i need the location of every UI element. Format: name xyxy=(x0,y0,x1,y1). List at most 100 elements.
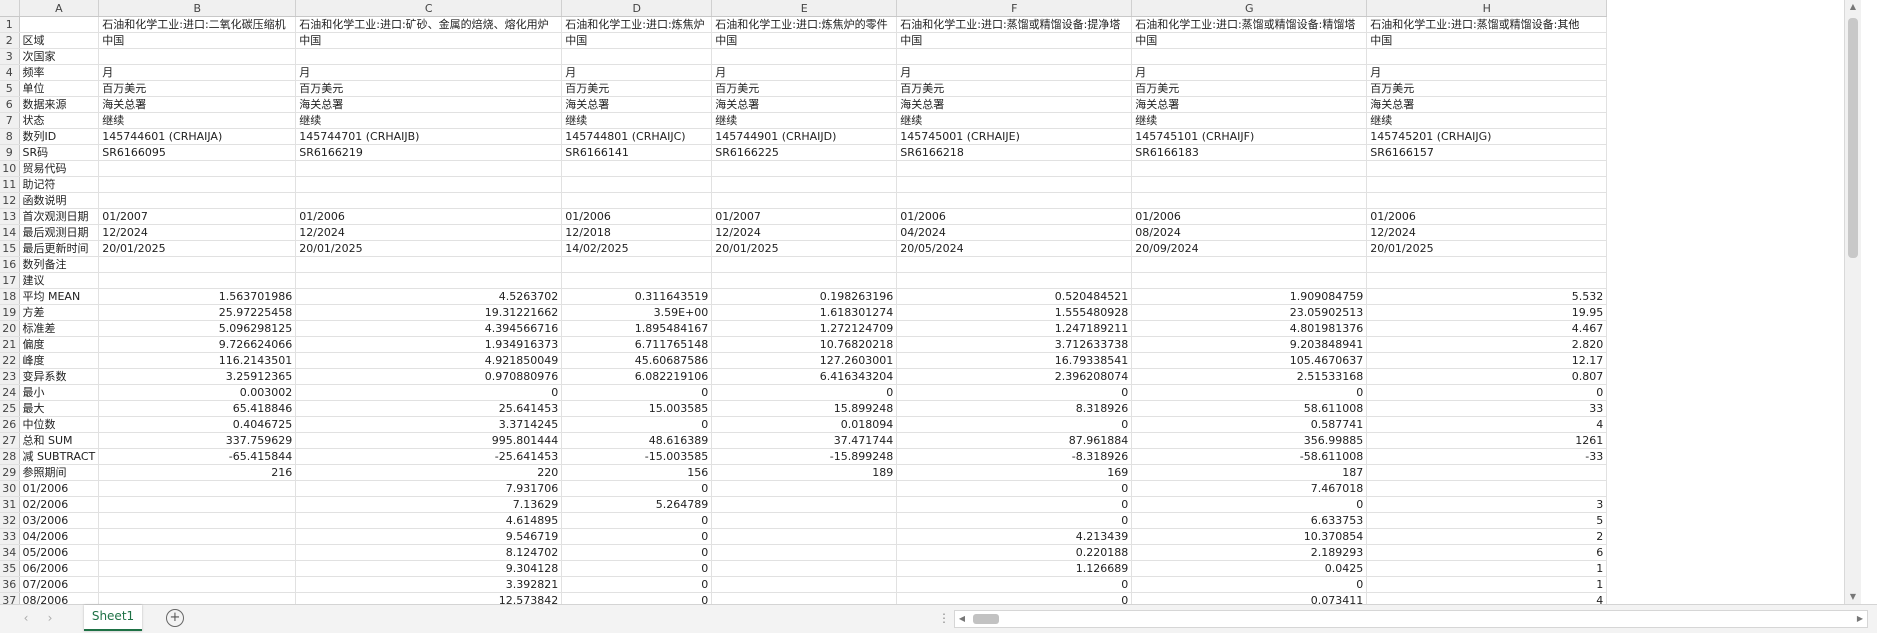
cell[interactable]: 海关总署 xyxy=(98,96,297,113)
cell[interactable]: 中国 xyxy=(295,32,563,49)
cell[interactable]: 函数说明 xyxy=(19,192,100,209)
cell[interactable]: 0 xyxy=(711,384,898,401)
cell[interactable]: 12/2024 xyxy=(295,224,563,241)
cell[interactable]: 0 xyxy=(561,592,713,604)
cell[interactable] xyxy=(1366,192,1608,209)
cell[interactable]: 12.17 xyxy=(1366,352,1608,369)
cell[interactable]: 石油和化学工业:进口:炼焦炉的零件 xyxy=(711,16,898,33)
cell[interactable]: 总和 SUM xyxy=(19,432,100,449)
cell[interactable]: -65.415844 xyxy=(98,448,297,465)
row-header[interactable]: 11 xyxy=(0,176,20,193)
cell[interactable] xyxy=(98,512,297,529)
cell[interactable] xyxy=(1366,464,1608,481)
cell[interactable]: 3.392821 xyxy=(295,576,563,593)
cell[interactable]: 3.25912365 xyxy=(98,368,297,385)
cell[interactable]: 中位数 xyxy=(19,416,100,433)
cell[interactable]: 5.096298125 xyxy=(98,320,297,337)
cell[interactable]: 14/02/2025 xyxy=(561,240,713,257)
cell[interactable]: 6.633753 xyxy=(1131,512,1368,529)
cell[interactable]: 3.59E+00 xyxy=(561,304,713,321)
cell[interactable] xyxy=(711,576,898,593)
cell[interactable] xyxy=(896,256,1133,273)
column-header[interactable]: H xyxy=(1366,0,1608,17)
cell[interactable]: 最后观测日期 xyxy=(19,224,100,241)
row-header[interactable]: 18 xyxy=(0,288,20,305)
cell[interactable]: 0 xyxy=(561,416,713,433)
cell[interactable] xyxy=(98,272,297,289)
cell[interactable]: 0 xyxy=(561,512,713,529)
cell[interactable]: 4.5263702 xyxy=(295,288,563,305)
cell[interactable]: 数据来源 xyxy=(19,96,100,113)
row-header[interactable]: 9 xyxy=(0,144,20,161)
row-header[interactable]: 25 xyxy=(0,400,20,417)
next-sheet-icon[interactable]: › xyxy=(42,610,58,626)
cell[interactable]: 03/2006 xyxy=(19,512,100,529)
cell[interactable]: 海关总署 xyxy=(896,96,1133,113)
cell[interactable]: 7.931706 xyxy=(295,480,563,497)
cell[interactable]: 145745001 (CRHAIJE) xyxy=(896,128,1133,145)
cell[interactable]: 0 xyxy=(896,592,1133,604)
cell[interactable]: 频率 xyxy=(19,64,100,81)
cell[interactable]: 中国 xyxy=(98,32,297,49)
cell[interactable] xyxy=(98,48,297,65)
cell[interactable]: 0 xyxy=(561,576,713,593)
row-header[interactable]: 26 xyxy=(0,416,20,433)
cell[interactable] xyxy=(896,192,1133,209)
cell[interactable]: 平均 MEAN xyxy=(19,288,100,305)
cell[interactable]: 4 xyxy=(1366,416,1608,433)
cell[interactable]: 标准差 xyxy=(19,320,100,337)
cell[interactable]: 15.899248 xyxy=(711,400,898,417)
cell[interactable]: 0 xyxy=(295,384,563,401)
row-header[interactable]: 23 xyxy=(0,368,20,385)
cell[interactable] xyxy=(711,512,898,529)
cell[interactable]: 01/2006 xyxy=(295,208,563,225)
row-header[interactable]: 33 xyxy=(0,528,20,545)
cell[interactable] xyxy=(98,544,297,561)
cell[interactable]: 6 xyxy=(1366,544,1608,561)
cell[interactable]: 7.467018 xyxy=(1131,480,1368,497)
cell[interactable] xyxy=(711,560,898,577)
cell[interactable]: 月 xyxy=(295,64,563,81)
cell[interactable]: 月 xyxy=(561,64,713,81)
cell[interactable]: 0.220188 xyxy=(896,544,1133,561)
row-header[interactable]: 19 xyxy=(0,304,20,321)
cell[interactable]: 9.546719 xyxy=(295,528,563,545)
cell[interactable]: 1.126689 xyxy=(896,560,1133,577)
cell[interactable]: 月 xyxy=(711,64,898,81)
cell[interactable]: 偏度 xyxy=(19,336,100,353)
cell[interactable]: 海关总署 xyxy=(1366,96,1608,113)
row-header[interactable]: 4 xyxy=(0,64,20,81)
cell[interactable]: 08/2024 xyxy=(1131,224,1368,241)
cell[interactable]: 3 xyxy=(1366,496,1608,513)
row-header[interactable]: 16 xyxy=(0,256,20,273)
cell[interactable]: 百万美元 xyxy=(896,80,1133,97)
cell[interactable]: 2.189293 xyxy=(1131,544,1368,561)
cell[interactable] xyxy=(711,192,898,209)
cell[interactable]: 145744901 (CRHAIJD) xyxy=(711,128,898,145)
row-header[interactable]: 29 xyxy=(0,464,20,481)
scroll-down-icon[interactable]: ▼ xyxy=(1845,590,1861,604)
cell[interactable]: 最大 xyxy=(19,400,100,417)
cell[interactable] xyxy=(1366,48,1608,65)
row-header[interactable]: 2 xyxy=(0,32,20,49)
cell[interactable] xyxy=(98,192,297,209)
cell[interactable]: 45.60687586 xyxy=(561,352,713,369)
cell[interactable]: 04/2024 xyxy=(896,224,1133,241)
cell[interactable]: 0.311643519 xyxy=(561,288,713,305)
cell[interactable]: 1 xyxy=(1366,560,1608,577)
cell[interactable]: 继续 xyxy=(1131,112,1368,129)
cell[interactable]: 5 xyxy=(1366,512,1608,529)
cell[interactable]: 15.003585 xyxy=(561,400,713,417)
cell[interactable] xyxy=(711,256,898,273)
cell[interactable]: 01/2007 xyxy=(711,208,898,225)
cell[interactable]: 01/2006 xyxy=(1366,208,1608,225)
cell[interactable]: 1.555480928 xyxy=(896,304,1133,321)
cell[interactable] xyxy=(896,48,1133,65)
scroll-right-icon[interactable]: ▶ xyxy=(1853,611,1867,627)
cell[interactable]: 0 xyxy=(1366,384,1608,401)
cell[interactable]: 16.79338541 xyxy=(896,352,1133,369)
sheet-tab[interactable]: Sheet1 xyxy=(84,605,142,631)
select-all-corner[interactable] xyxy=(0,0,20,17)
cell[interactable]: 04/2006 xyxy=(19,528,100,545)
cell[interactable]: 145744701 (CRHAIJB) xyxy=(295,128,563,145)
